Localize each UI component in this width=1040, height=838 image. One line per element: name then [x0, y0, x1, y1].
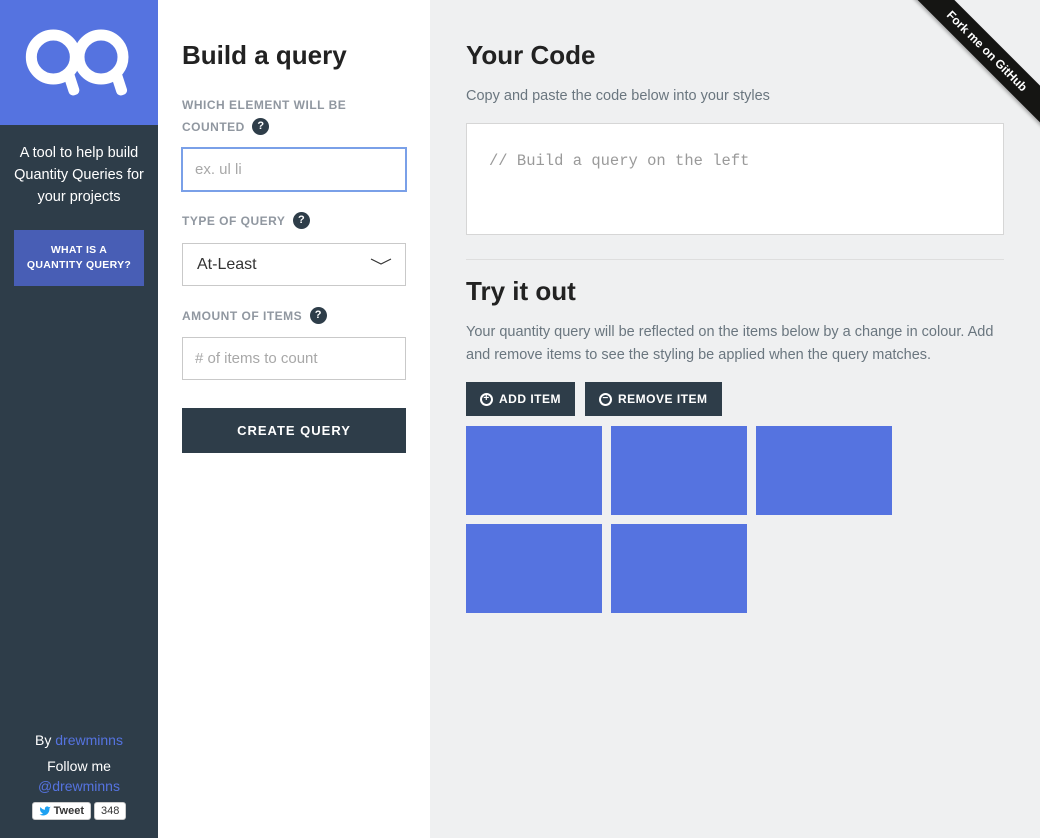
grid-item	[466, 426, 602, 515]
amount-field: AMOUNT OF ITEMS ?	[182, 306, 406, 381]
element-input[interactable]	[182, 148, 406, 191]
grid-item	[756, 426, 892, 515]
code-subtext: Copy and paste the code below into your …	[466, 85, 1004, 107]
tryout-title: Try it out	[466, 276, 1004, 307]
tweet-widget: Tweet 348	[32, 802, 127, 820]
main-panel: Fork me on GitHub Your Code Copy and pas…	[430, 0, 1040, 838]
remove-item-button[interactable]: − REMOVE ITEM	[585, 382, 722, 416]
tweet-button-label: Tweet	[54, 805, 84, 817]
plus-icon: +	[480, 393, 493, 406]
tryout-buttons: + ADD ITEM − REMOVE ITEM	[466, 382, 1004, 416]
build-panel: Build a query WHICH ELEMENT WILL BE COUN…	[158, 0, 430, 838]
author-link[interactable]: drewminns	[55, 732, 123, 748]
sidebar: A tool to help build Quantity Queries fo…	[0, 0, 158, 838]
element-field: WHICH ELEMENT WILL BE COUNTED ?	[182, 95, 406, 191]
tweet-button[interactable]: Tweet	[32, 802, 91, 820]
grid-item	[611, 524, 747, 613]
code-title: Your Code	[466, 40, 1004, 71]
add-item-label: ADD ITEM	[499, 392, 561, 406]
type-select[interactable]: At-Least	[182, 243, 406, 286]
minus-icon: −	[599, 393, 612, 406]
divider	[466, 259, 1004, 260]
type-field: TYPE OF QUERY ? At-Least	[182, 211, 406, 286]
code-output: // Build a query on the left	[466, 123, 1004, 235]
amount-label: AMOUNT OF ITEMS	[182, 309, 302, 323]
help-icon[interactable]: ?	[252, 118, 269, 135]
by-prefix: By	[35, 732, 55, 748]
twitter-handle-link[interactable]: @drewminns	[38, 778, 120, 794]
qq-logo-icon	[24, 25, 134, 100]
remove-item-label: REMOVE ITEM	[618, 392, 708, 406]
grid-item	[611, 426, 747, 515]
sidebar-description: A tool to help build Quantity Queries fo…	[0, 125, 158, 226]
grid-item	[466, 524, 602, 613]
item-grid	[466, 426, 1004, 613]
build-title: Build a query	[182, 40, 406, 71]
create-query-button[interactable]: CREATE QUERY	[182, 408, 406, 453]
follow-label: Follow me	[10, 758, 148, 774]
help-icon[interactable]: ?	[310, 307, 327, 324]
sidebar-footer: By drewminns Follow me @drewminns Tweet …	[0, 720, 158, 838]
add-item-button[interactable]: + ADD ITEM	[466, 382, 575, 416]
tryout-subtext: Your quantity query will be reflected on…	[466, 321, 1004, 366]
amount-input[interactable]	[182, 337, 406, 380]
logo	[0, 0, 158, 125]
twitter-icon	[39, 805, 51, 817]
what-is-qq-button[interactable]: WHAT IS A QUANTITY QUERY?	[14, 230, 144, 285]
tweet-count: 348	[94, 802, 126, 820]
type-label: TYPE OF QUERY	[182, 214, 285, 228]
help-icon[interactable]: ?	[293, 212, 310, 229]
